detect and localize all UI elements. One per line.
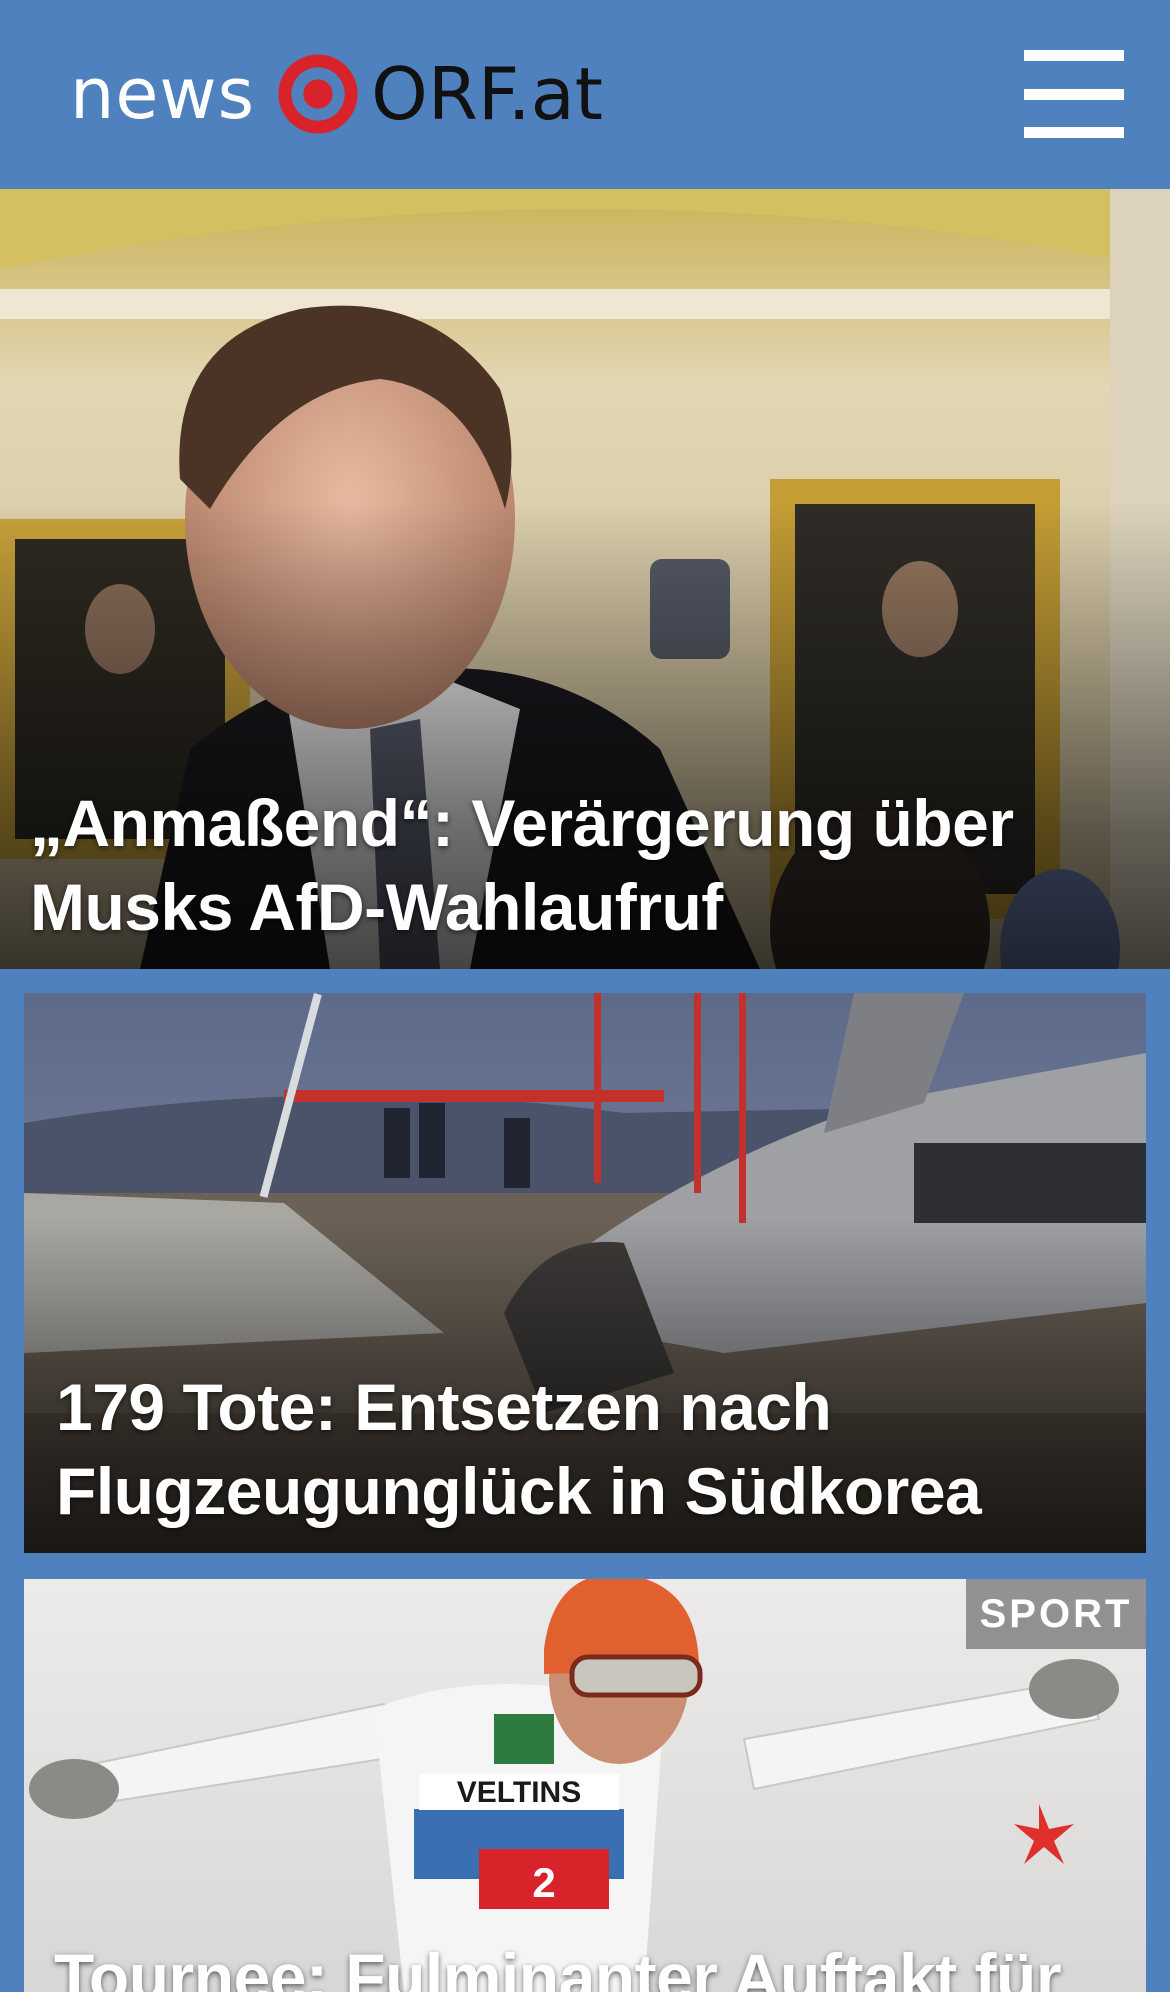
story-card[interactable]: VELTINS 2 SPORT Tournee: Fulminanter Auf… (24, 1579, 1146, 1992)
hamburger-menu-icon[interactable] (1024, 50, 1124, 138)
menu-bar (1024, 88, 1124, 100)
logo-news-text: news (70, 53, 256, 135)
orf-eye-icon (278, 54, 358, 134)
menu-bar (1024, 127, 1124, 138)
app-header: news ORF.at (0, 0, 1170, 189)
svg-text:2: 2 (532, 1859, 555, 1906)
logo-orf-text: ORF.at (371, 52, 603, 136)
svg-text:VELTINS: VELTINS (457, 1776, 581, 1809)
menu-bar (1024, 50, 1124, 61)
story-card[interactable]: 179 Tote: Entsetzen nach Flugzeugunglück… (24, 993, 1146, 1553)
story-headline: Tournee: Fulminanter Auftakt für (54, 1940, 1062, 1992)
top-story-card[interactable]: „Anmaßend“: Verärgerung über Musks AfD-W… (0, 189, 1170, 969)
category-badge: SPORT (966, 1579, 1146, 1649)
story-headline: 179 Tote: Entsetzen nach Flugzeugunglück… (56, 1370, 982, 1528)
news-orf-logo[interactable]: news ORF.at (70, 48, 603, 140)
story-headline: „Anmaßend“: Verärgerung über Musks AfD-W… (30, 786, 1014, 944)
